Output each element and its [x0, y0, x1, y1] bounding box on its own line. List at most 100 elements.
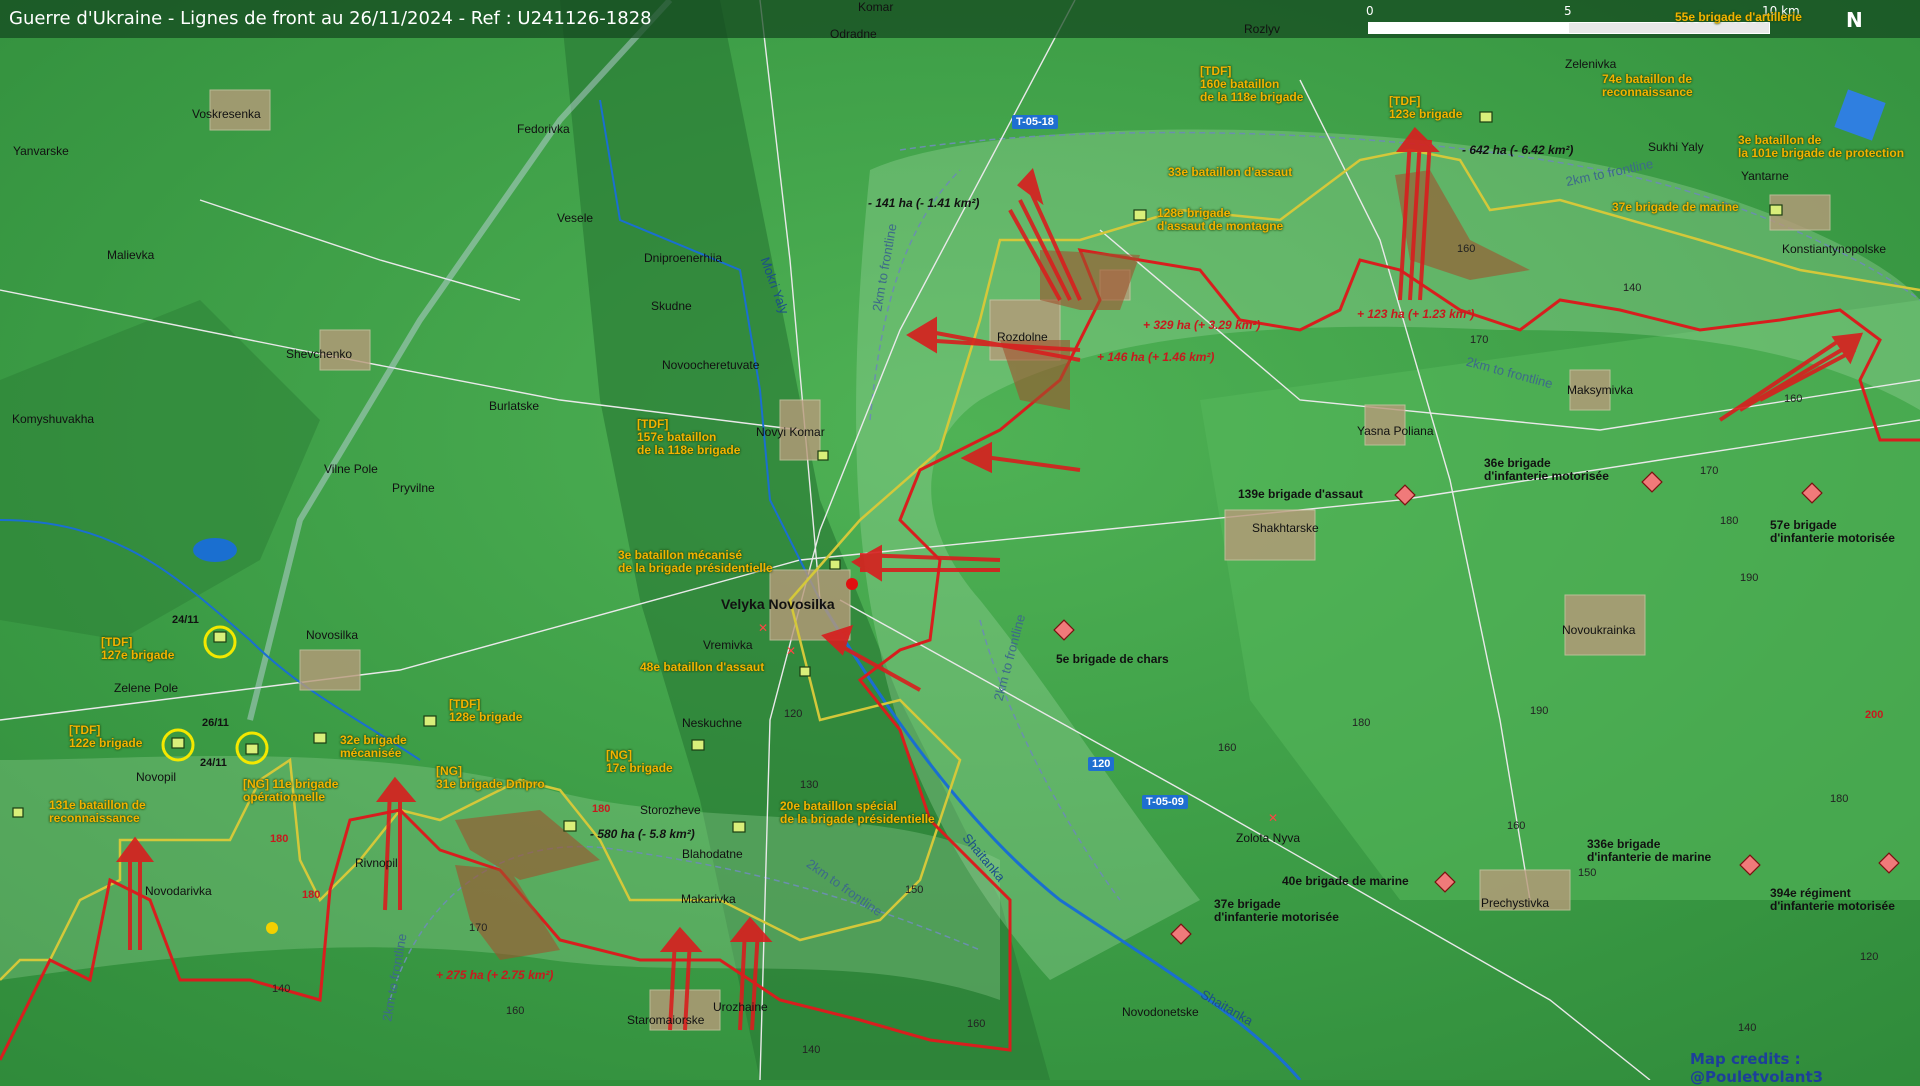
- road-shield-120: 120: [1088, 757, 1115, 771]
- elevation-label: 140: [272, 983, 291, 995]
- place-novopil: Novopil: [136, 770, 177, 784]
- unit-ua-127[interactable]: [TDF] 127e brigade: [101, 636, 174, 662]
- map-title: Guerre d'Ukraine - Lignes de front au 26…: [9, 8, 652, 29]
- place-pryvilne: Pryvilne: [392, 481, 435, 495]
- elevation-label: 160: [1784, 393, 1803, 405]
- unit-ua-33[interactable]: 33e bataillon d'assaut: [1168, 166, 1292, 179]
- place-malievka: Malievka: [107, 248, 155, 262]
- elevation-label: 150: [1578, 867, 1597, 879]
- unit-ua-48[interactable]: 48e bataillon d'assaut: [640, 661, 764, 674]
- unit-ua-11-ng[interactable]: [NG] 11e brigade opérationnelle: [243, 778, 338, 804]
- place-novosilka: Novosilka: [306, 628, 359, 642]
- marker-yellow-dot: [266, 922, 278, 934]
- unit-ru-37[interactable]: 37e brigade d'infanterie motorisée: [1214, 898, 1339, 924]
- place-vilne-pole: Vilne Pole: [324, 462, 378, 476]
- place-voskresenka: Voskresenka: [192, 107, 261, 121]
- place-novoukrainka: Novoukrainka: [1562, 623, 1636, 637]
- elevation-label: 170: [1700, 465, 1719, 477]
- svg-text:✕: ✕: [1268, 811, 1278, 825]
- unit-ua-128[interactable]: [TDF] 128e brigade: [449, 698, 522, 724]
- elevation-label-red: 200: [1865, 709, 1884, 721]
- marker-red-dot: [846, 578, 858, 590]
- elevation-label: 150: [905, 884, 924, 896]
- place-komyshuvakha: Komyshuvakha: [12, 412, 95, 426]
- unit-ru-5-chars[interactable]: 5e brigade de chars: [1056, 653, 1169, 666]
- place-rivnopil: Rivnopil: [355, 856, 398, 870]
- unit-ru-57[interactable]: 57e brigade d'infanterie motorisée: [1770, 519, 1895, 545]
- unit-ua-160[interactable]: [TDF] 160e bataillon de la 118e brigade: [1200, 65, 1303, 104]
- elevation-label-red: 180: [270, 833, 289, 845]
- elevation-label: 180: [1830, 793, 1849, 805]
- scale-label-0: 0: [1366, 4, 1374, 18]
- place-dniproenerhiia: Dniproenerhiia: [644, 251, 723, 265]
- scale-label-5: 5: [1564, 4, 1572, 18]
- place-komar: Komar: [858, 0, 894, 14]
- unit-ua-122[interactable]: [TDF] 122e brigade: [69, 724, 142, 750]
- unit-ua-131[interactable]: 131e bataillon de reconnaissance: [49, 799, 146, 825]
- unit-ua-3e-101[interactable]: 3e bataillon de la 101e brigade de protec…: [1738, 134, 1904, 160]
- place-novyi-komar: Novyi Komar: [756, 425, 825, 439]
- elevation-label: 140: [1623, 282, 1642, 294]
- change-gain-146: + 146 ha (+ 1.46 km²): [1097, 350, 1215, 364]
- place-konstiantynopolske: Konstiantynopolske: [1782, 242, 1887, 256]
- lake: [193, 538, 237, 562]
- unit-ua-74[interactable]: 74e bataillon de reconnaissance: [1602, 73, 1693, 99]
- unit-ru-394[interactable]: 394e régiment d'infanterie motorisée: [1770, 887, 1895, 913]
- map-credits[interactable]: Map credits : @Pouletvolant3: [1690, 1050, 1920, 1086]
- north-arrow-icon: N: [1846, 8, 1863, 32]
- unit-ua-55[interactable]: 55e brigade d'artillerie: [1675, 11, 1802, 24]
- unit-ru-36[interactable]: 36e brigade d'infanterie motorisée: [1484, 457, 1609, 483]
- svg-text:✕: ✕: [786, 644, 796, 658]
- unit-ru-40[interactable]: 40e brigade de marine: [1282, 875, 1409, 888]
- elevation-label: 180: [1720, 515, 1739, 527]
- unit-ua-20[interactable]: 20e bataillon spécial de la brigade prési…: [780, 800, 935, 826]
- elevation-label: 120: [1860, 951, 1879, 963]
- place-zolota-nyva: Zolota Nyva: [1236, 831, 1301, 845]
- elevation-label: 170: [469, 922, 488, 934]
- elevation-label: 170: [1470, 334, 1489, 346]
- elevation-label: 160: [967, 1018, 986, 1030]
- unit-ua-17-ng[interactable]: [NG] 17e brigade: [606, 749, 673, 775]
- place-vremivka: Vremivka: [703, 638, 753, 652]
- change-loss-141: - 141 ha (- 1.41 km²): [868, 196, 980, 210]
- elevation-label: 160: [506, 1005, 525, 1017]
- elevation-label-red: 180: [592, 803, 611, 815]
- elevation-label: 160: [1457, 243, 1476, 255]
- elevation-label-red: 180: [302, 889, 321, 901]
- unit-ua-32[interactable]: 32e brigade mécanisée: [340, 734, 407, 760]
- place-rozdolne: Rozdolne: [997, 330, 1048, 344]
- unit-ua-31-ng[interactable]: [NG] 31e brigade Dnipro: [436, 765, 545, 791]
- change-gain-329: + 329 ha (+ 3.29 km²): [1143, 318, 1261, 332]
- elevation-label: 180: [1352, 717, 1371, 729]
- place-zelenivka: Zelenivka: [1565, 57, 1617, 71]
- date-label-1: 24/11: [172, 614, 199, 626]
- elevation-label: 140: [1738, 1022, 1757, 1034]
- place-shevchenko: Shevchenko: [286, 347, 353, 361]
- place-burlatske: Burlatske: [489, 399, 540, 413]
- unit-ua-128-montagne[interactable]: 128e brigade d'assaut de montagne: [1157, 207, 1283, 233]
- unit-ua-37-marine[interactable]: 37e brigade de marine: [1612, 201, 1739, 214]
- elevation-label: 140: [802, 1044, 821, 1056]
- unit-ru-139[interactable]: 139e brigade d'assaut: [1238, 488, 1363, 501]
- place-novodarivka: Novodarivka: [145, 884, 212, 898]
- place-odradne: Odradne: [830, 27, 877, 41]
- place-skudne: Skudne: [651, 299, 692, 313]
- place-velyka-novosilka: Velyka Novosilka: [721, 596, 835, 612]
- elevation-label: 160: [1507, 820, 1526, 832]
- unit-ua-157[interactable]: [TDF] 157e bataillon de la 118e brigade: [637, 418, 740, 457]
- place-yantarne: Yantarne: [1741, 169, 1789, 183]
- place-novoocheretuvate: Novoocheretuvate: [662, 358, 760, 372]
- change-gain-275: + 275 ha (+ 2.75 km²): [436, 968, 554, 982]
- change-loss-580: - 580 ha (- 5.8 km²): [590, 827, 695, 841]
- place-fedorivka: Fedorivka: [517, 122, 570, 136]
- elevation-label: 120: [784, 708, 803, 720]
- unit-ru-336[interactable]: 336e brigade d'infanterie de marine: [1587, 838, 1711, 864]
- road-shield-t0518: T-05-18: [1012, 115, 1058, 129]
- unit-ua-3e-meca[interactable]: 3e bataillon mécanisé de la brigade prési…: [618, 549, 773, 575]
- change-loss-642: - 642 ha (- 6.42 km²): [1462, 143, 1574, 157]
- place-yanvarske: Yanvarske: [13, 144, 69, 158]
- place-storozheve: Storozheve: [640, 803, 701, 817]
- place-sukhi-yaly: Sukhi Yaly: [1648, 140, 1704, 154]
- unit-ua-123[interactable]: [TDF] 123e brigade: [1389, 95, 1462, 121]
- place-rozlyv: Rozlyv: [1244, 22, 1281, 36]
